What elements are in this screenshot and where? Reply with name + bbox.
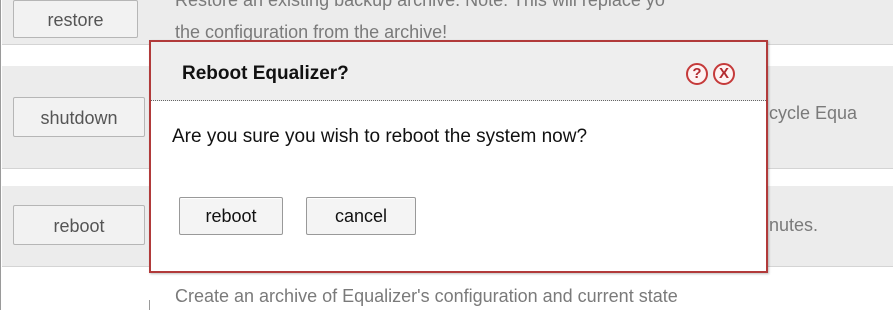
shutdown-description: cycle Equa — [769, 103, 858, 123]
restore-button[interactable]: restore — [13, 0, 138, 38]
restore-description: Restore an existing backup archive. Note… — [175, 0, 665, 10]
dialog-header: Reboot Equalizer? ? X — [151, 42, 766, 101]
reboot-confirm-button[interactable]: reboot — [179, 197, 283, 235]
dialog-message: Are you sure you wish to reboot the syst… — [172, 126, 588, 147]
shutdown-button[interactable]: shutdown — [13, 97, 145, 137]
help-icon[interactable]: ? — [686, 63, 708, 85]
reboot-background-button[interactable]: reboot — [13, 205, 145, 245]
archive-button-edge — [149, 300, 150, 310]
cancel-button[interactable]: cancel — [306, 197, 416, 235]
reboot-description: nutes. — [769, 215, 819, 235]
close-icon[interactable]: X — [713, 63, 735, 85]
reboot-dialog: Reboot Equalizer? ? X Are you sure you w… — [149, 40, 768, 273]
dialog-title: Reboot Equalizer? — [182, 63, 349, 84]
archive-description: Create an archive of Equalizer's configu… — [175, 286, 678, 306]
